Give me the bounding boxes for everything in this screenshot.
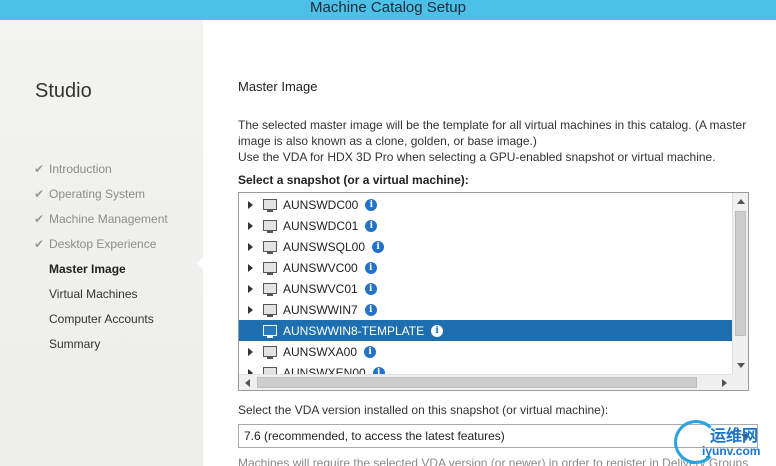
- section-title: Master Image: [238, 79, 318, 94]
- vertical-scrollbar[interactable]: [732, 193, 748, 374]
- sidebar: Studio ✔ Introduction ✔ Operating System ✔…: [0, 20, 204, 466]
- step-introduction: ✔ Introduction: [34, 161, 112, 176]
- step-summary: Summary: [49, 336, 101, 351]
- info-icon[interactable]: i: [364, 261, 377, 274]
- expand-arrow-icon[interactable]: [248, 263, 253, 272]
- tree-row[interactable]: AUNSWVC01 i: [239, 278, 733, 299]
- check-icon: ✔: [34, 236, 45, 251]
- tree-row[interactable]: AUNSWDC00 i: [239, 194, 733, 215]
- watermark-cn-text: 运维网: [710, 426, 759, 445]
- expand-arrow-icon[interactable]: [248, 347, 253, 356]
- description: The selected master image will be the te…: [238, 117, 758, 165]
- vm-icon: [263, 220, 277, 233]
- expand-arrow-icon: [248, 327, 253, 335]
- tree-row[interactable]: AUNSWXA00 i: [239, 341, 733, 362]
- watermark-url: iyunv.com: [702, 444, 761, 458]
- vm-icon: [263, 262, 277, 275]
- snapshot-label: Select a snapshot (or a virtual machine)…: [238, 173, 469, 187]
- step-virtual-machines: Virtual Machines: [49, 286, 138, 301]
- current-step-pointer: [197, 256, 204, 270]
- scroll-corner: [732, 374, 748, 390]
- scroll-right-icon[interactable]: [722, 379, 727, 387]
- info-icon[interactable]: i: [364, 303, 377, 316]
- description-line-2: Use the VDA for HDX 3D Pro when selectin…: [238, 150, 716, 164]
- info-icon[interactable]: i: [372, 240, 385, 253]
- check-icon: ✔: [34, 161, 45, 176]
- watermark-logo: 运维网 iyunv.com: [668, 418, 776, 466]
- tree-row[interactable]: AUNSWWIN7 i: [239, 299, 733, 320]
- vm-icon: [263, 241, 277, 254]
- check-icon: ✔: [34, 186, 45, 201]
- scroll-down-icon[interactable]: [737, 363, 745, 368]
- check-icon: ✔: [34, 211, 45, 226]
- info-icon[interactable]: i: [431, 324, 444, 337]
- tree-row[interactable]: AUNSWVC00 i: [239, 257, 733, 278]
- tree-row-selected[interactable]: AUNSWWIN8-TEMPLATE i: [239, 320, 733, 341]
- tree-row[interactable]: AUNSWSQL00 i: [239, 236, 733, 257]
- step-master-image: Master Image: [49, 261, 126, 276]
- vm-icon: [263, 367, 277, 374]
- step-desktop-experience: ✔ Desktop Experience: [34, 236, 157, 251]
- step-computer-accounts: Computer Accounts: [49, 311, 154, 326]
- expand-arrow-icon[interactable]: [248, 221, 253, 230]
- horizontal-scrollbar[interactable]: [239, 374, 733, 390]
- expand-arrow-icon[interactable]: [248, 305, 253, 314]
- vm-icon: [263, 283, 277, 296]
- scroll-thumb[interactable]: [735, 211, 746, 336]
- tree-row[interactable]: AUNSWDC01 i: [239, 215, 733, 236]
- vm-icon: [263, 199, 277, 212]
- info-icon[interactable]: i: [372, 366, 385, 374]
- info-icon[interactable]: i: [364, 345, 377, 358]
- step-machine-management: ✔ Machine Management: [34, 211, 168, 226]
- expand-arrow-icon[interactable]: [248, 284, 253, 293]
- info-icon[interactable]: i: [365, 198, 378, 211]
- scroll-left-icon[interactable]: [245, 379, 250, 387]
- tree-row[interactable]: AUNSWXEN00 i: [239, 362, 733, 374]
- info-icon[interactable]: i: [365, 219, 378, 232]
- vm-icon: [263, 325, 277, 338]
- scroll-thumb[interactable]: [257, 377, 697, 388]
- info-icon[interactable]: i: [364, 282, 377, 295]
- vda-selected-value: 7.6 (recommended, to access the latest f…: [244, 429, 505, 443]
- scroll-up-icon[interactable]: [737, 199, 745, 204]
- expand-arrow-icon[interactable]: [248, 200, 253, 209]
- studio-title: Studio: [35, 80, 92, 102]
- snapshot-list: AUNSWDC00 i AUNSWDC01 i AUNSWSQL00 i AUNSWV…: [239, 193, 733, 374]
- vm-icon: [263, 304, 277, 317]
- vm-icon: [263, 346, 277, 359]
- wizard-steps: ✔ Introduction ✔ Operating System ✔ Machine…: [34, 156, 168, 356]
- snapshot-tree[interactable]: AUNSWDC00 i AUNSWDC01 i AUNSWSQL00 i AUNSWV…: [238, 192, 749, 391]
- vda-version-label: Select the VDA version installed on this…: [238, 403, 609, 417]
- step-operating-system: ✔ Operating System: [34, 186, 146, 201]
- description-line-1: The selected master image will be the te…: [238, 118, 747, 148]
- expand-arrow-icon[interactable]: [248, 242, 253, 251]
- window-title: Machine Catalog Setup: [0, 0, 776, 20]
